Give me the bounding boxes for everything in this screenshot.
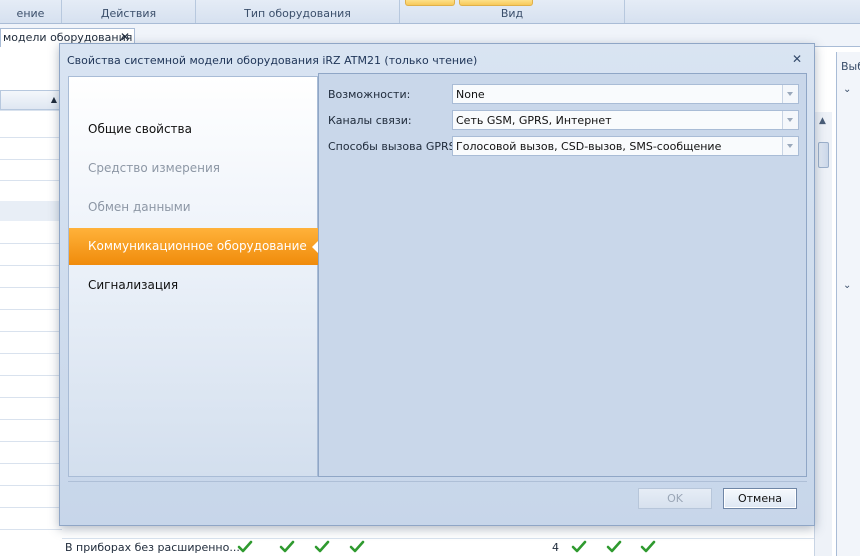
ribbon-group-view: Вид: [400, 0, 625, 23]
nav-item-alarm[interactable]: Сигнализация: [69, 267, 319, 304]
chevron-down-icon[interactable]: ⌄: [843, 280, 851, 291]
grid-row-line: [0, 529, 62, 530]
checkmark-icon: [279, 539, 295, 555]
capabilities-value: None: [456, 88, 485, 101]
grid-row-line: [0, 180, 62, 181]
grid-column-header[interactable]: ▲: [0, 90, 62, 110]
dropdown-arrow-icon[interactable]: [782, 137, 798, 155]
grid-row-line: [0, 331, 62, 332]
ribbon-group-1: ение: [0, 0, 62, 23]
capabilities-label: Возможности:: [328, 88, 411, 101]
gprs-call-methods-value: Голосовой вызов, CSD-вызов, SMS-сообщени…: [456, 140, 722, 153]
side-panel: Выб ⌄ ⌄: [836, 52, 860, 556]
checkmark-icon: [640, 539, 656, 555]
grid-row-line: [0, 265, 62, 266]
nav-item-general[interactable]: Общие свойства: [69, 111, 319, 148]
side-panel-label: Выб: [841, 60, 860, 73]
grid-row-line: [0, 485, 62, 486]
checkmark-icon: [237, 539, 253, 555]
grid-row-line: [0, 441, 62, 442]
ribbon-group-label: Тип оборудования: [244, 7, 351, 20]
checkmark-icon: [349, 539, 365, 555]
grid-row-line: [0, 463, 62, 464]
table-cell-count: 4: [552, 541, 559, 554]
scrollbar-thumb[interactable]: [818, 142, 829, 168]
grid-row-line: [0, 419, 62, 420]
channels-select[interactable]: Сеть GSM, GPRS, Интернет: [452, 110, 799, 130]
scroll-up-icon[interactable]: ▲: [819, 116, 826, 126]
chevron-down-icon[interactable]: ⌄: [843, 84, 851, 95]
sort-ascending-icon: ▲: [50, 95, 57, 104]
channels-value: Сеть GSM, GPRS, Интернет: [456, 114, 612, 127]
grid-group-row[interactable]: [0, 201, 62, 221]
channels-label: Каналы связи:: [328, 114, 412, 127]
grid-row-line: [0, 137, 62, 138]
gprs-call-methods-select[interactable]: Голосовой вызов, CSD-вызов, SMS-сообщени…: [452, 136, 799, 156]
ribbon-group-equipment-type: Тип оборудования: [196, 0, 400, 23]
nav-item-communication[interactable]: Коммуникационное оборудование: [69, 228, 320, 265]
grid-row-line: [0, 507, 62, 508]
model-properties-dialog: Свойства системной модели оборудования i…: [59, 43, 815, 526]
cancel-button[interactable]: Отмена: [723, 488, 797, 509]
table-cell-name: В приборах без расширенно...: [65, 541, 240, 554]
grid-row-line: [0, 287, 62, 288]
ribbon: ение Действия Тип оборудования Вид: [0, 0, 860, 24]
nav-item-measuring-device: Средство измерения: [88, 161, 220, 175]
ribbon-group-label: Действия: [100, 7, 157, 20]
table-row[interactable]: В приборах без расширенно... 4: [62, 538, 832, 556]
close-icon[interactable]: ✕: [790, 52, 804, 66]
checkmark-icon: [314, 539, 330, 555]
footer-divider: [68, 481, 807, 482]
close-icon[interactable]: ✕: [120, 30, 130, 44]
ribbon-view-button[interactable]: [459, 0, 533, 6]
dropdown-arrow-icon[interactable]: [782, 85, 798, 103]
properties-content: Возможности: None Каналы связи: Сеть GSM…: [318, 73, 807, 477]
checkmark-icon: [606, 539, 622, 555]
dialog-title: Свойства системной модели оборудования i…: [67, 54, 478, 67]
checkmark-icon: [571, 539, 587, 555]
grid-row-line: [0, 397, 62, 398]
ok-button[interactable]: OK: [638, 488, 712, 509]
ribbon-group-label: Вид: [500, 7, 524, 20]
grid-row-line: [0, 309, 62, 310]
grid-row-line: [0, 243, 62, 244]
grid-row-line: [0, 159, 62, 160]
dialog-nav: Общие свойства Средство измерения Обмен …: [68, 76, 320, 477]
grid-row-line: [0, 375, 62, 376]
nav-item-data-exchange: Обмен данными: [88, 200, 191, 214]
ribbon-group-actions: Действия: [62, 0, 196, 23]
ribbon-group-label: ение: [16, 7, 45, 20]
dropdown-arrow-icon[interactable]: [782, 111, 798, 129]
capabilities-select[interactable]: None: [452, 84, 799, 104]
gprs-call-methods-label: Способы вызова GPRS:: [328, 140, 460, 153]
ribbon-view-button[interactable]: [405, 0, 455, 6]
grid-scrollbar[interactable]: ▲: [814, 112, 832, 556]
grid-row-line: [0, 353, 62, 354]
grid-row-line: [0, 110, 62, 111]
